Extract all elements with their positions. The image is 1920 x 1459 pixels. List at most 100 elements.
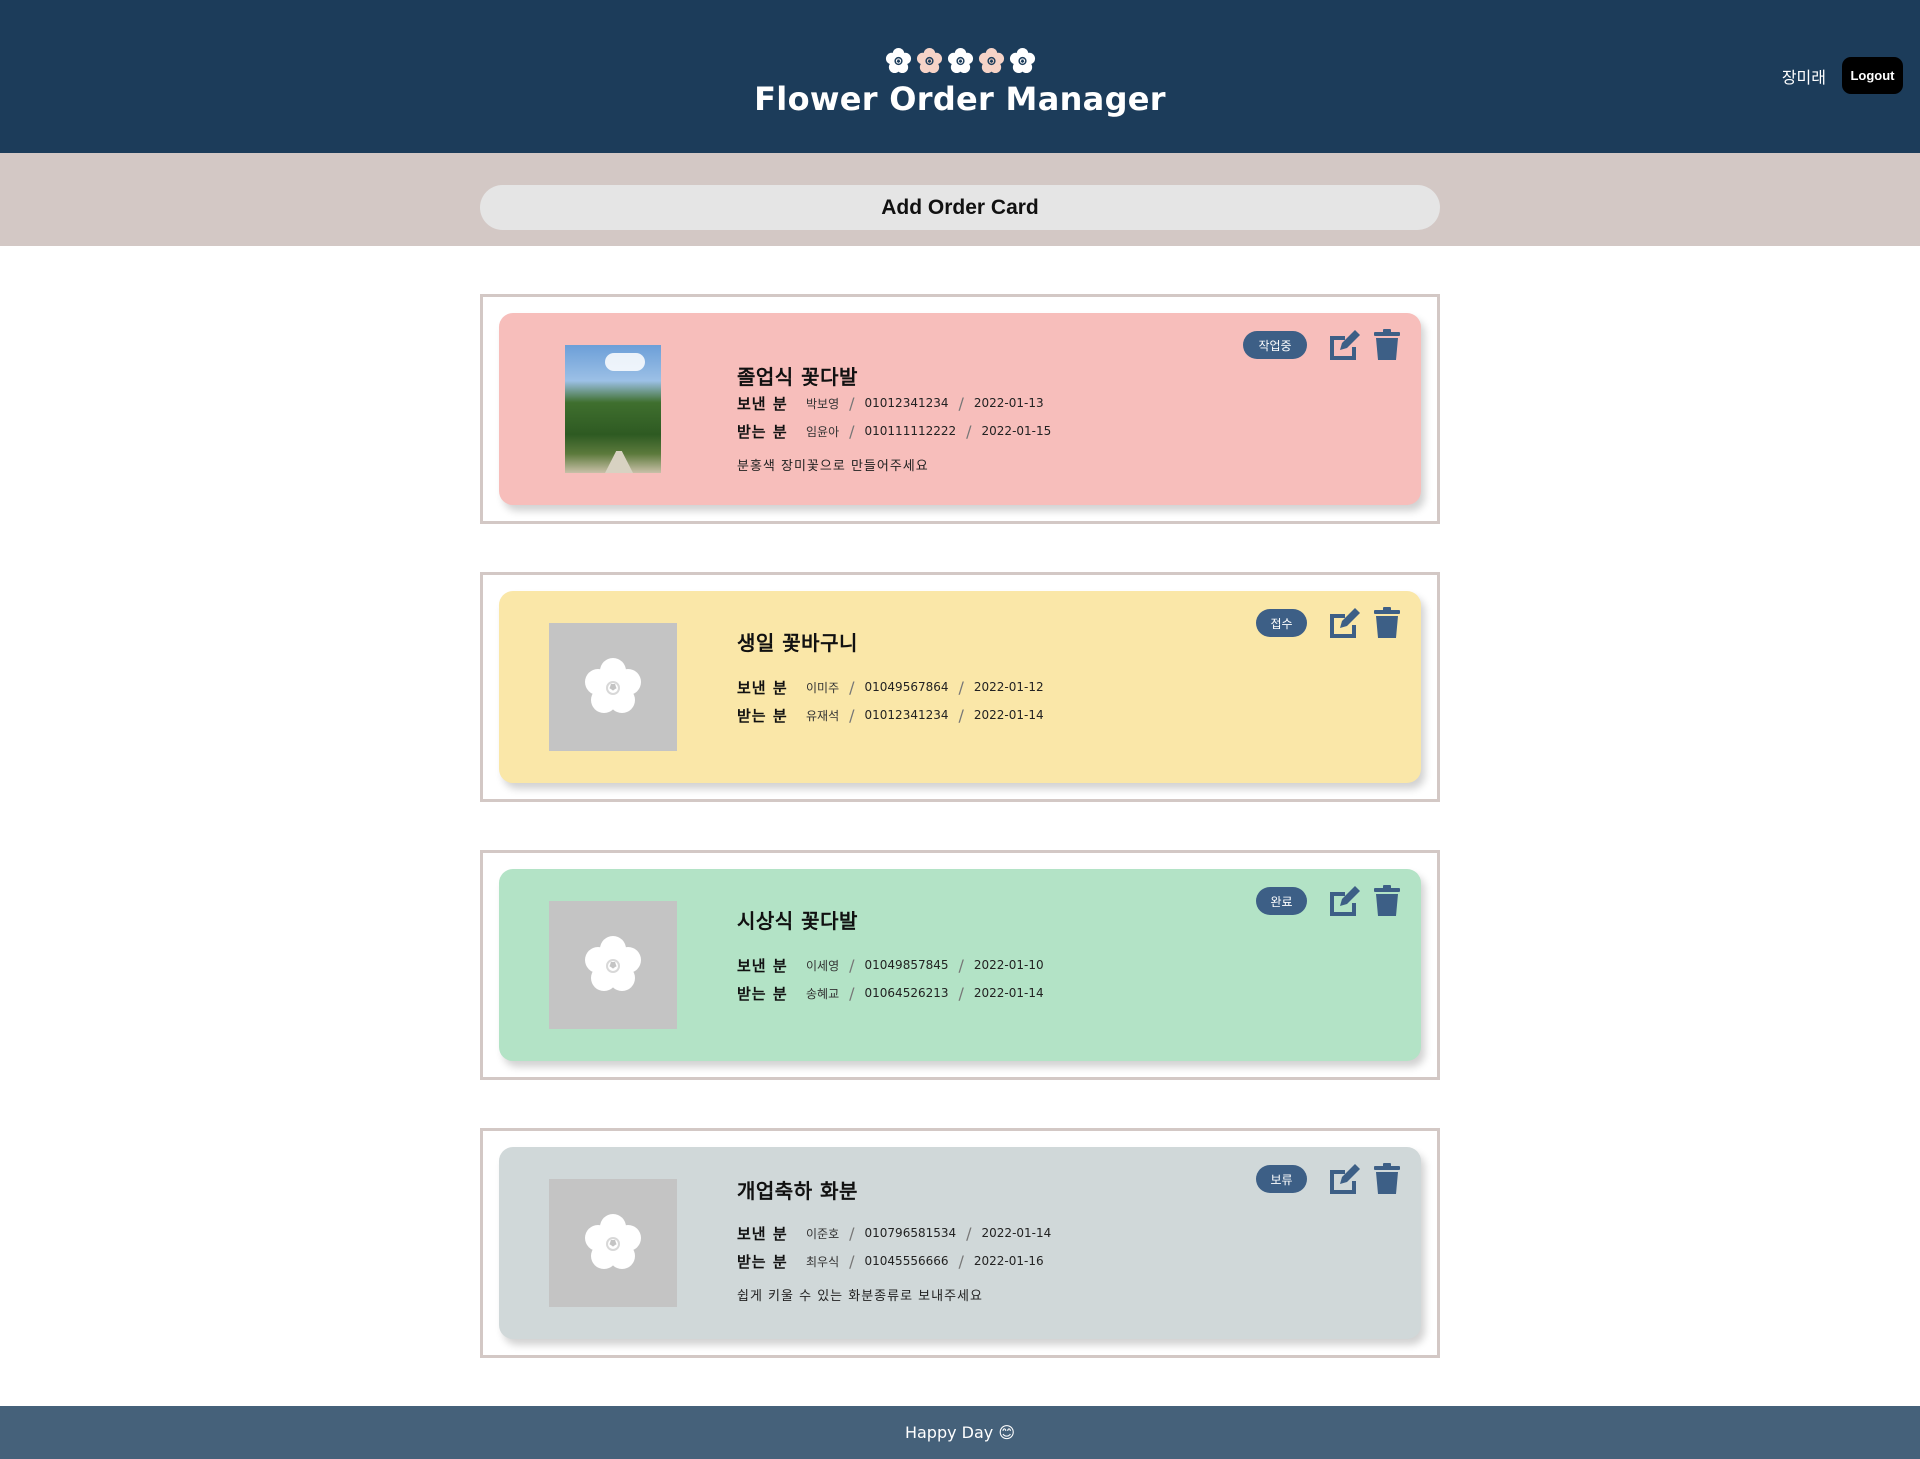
flower-icon: [1009, 47, 1035, 74]
sender-row: 보낸 분 박보영 / 01012341234 / 2022-01-13: [737, 393, 1044, 413]
order-card-frame: 생일 꽃바구니 보낸 분 이미주 / 01049567864 / 2022-01…: [480, 572, 1440, 802]
sender-row: 보낸 분 이세영 / 01049857845 / 2022-01-10: [737, 955, 1044, 975]
add-order-bar: Add Order Card: [0, 153, 1920, 246]
order-card[interactable]: 졸업식 꽃다발 보낸 분 박보영 / 01012341234 / 2022-01…: [499, 313, 1421, 505]
sender-label: 보낸 분: [737, 1224, 788, 1243]
edit-icon[interactable]: [1327, 607, 1361, 639]
flower-icon: [916, 47, 942, 74]
trash-icon[interactable]: [1374, 885, 1400, 917]
order-image-placeholder: [549, 623, 677, 751]
receiver-name: 송혜교: [806, 986, 840, 1001]
receiver-label: 받는 분: [737, 984, 788, 1003]
order-title: 개업축하 화분: [737, 1179, 858, 1203]
sender-name: 이준호: [806, 1226, 840, 1241]
flower-icon: [947, 47, 973, 74]
sender-label: 보낸 분: [737, 394, 788, 413]
trash-icon[interactable]: [1374, 607, 1400, 639]
order-card[interactable]: 시상식 꽃다발 보낸 분 이세영 / 01049857845 / 2022-01…: [499, 869, 1421, 1061]
separator: /: [849, 421, 855, 441]
order-card-frame: 졸업식 꽃다발 보낸 분 박보영 / 01012341234 / 2022-01…: [480, 294, 1440, 524]
separator: /: [958, 983, 964, 1003]
separator: /: [958, 1251, 964, 1271]
flower-placeholder-icon: [585, 1214, 641, 1269]
separator: /: [849, 983, 855, 1003]
sender-date: 2022-01-12: [973, 680, 1044, 694]
order-title: 졸업식 꽃다발: [737, 365, 858, 389]
trash-icon[interactable]: [1374, 1163, 1400, 1195]
receiver-label: 받는 분: [737, 706, 788, 725]
sender-name: 이미주: [806, 680, 840, 695]
sender-phone: 01049567864: [864, 680, 949, 694]
separator: /: [966, 421, 972, 441]
order-memo: 분홍색 장미꽃으로 만들어주세요: [737, 459, 929, 474]
separator: /: [849, 955, 855, 975]
order-memo: 쉽게 키울 수 있는 화분종류로 보내주세요: [737, 1289, 983, 1304]
edit-icon[interactable]: [1327, 885, 1361, 917]
separator: /: [849, 1223, 855, 1243]
sender-row: 보낸 분 이준호 / 010796581534 / 2022-01-14: [737, 1223, 1051, 1243]
logout-button[interactable]: Logout: [1842, 57, 1903, 94]
flower-placeholder-icon: [585, 936, 641, 991]
sender-label: 보낸 분: [737, 956, 788, 975]
sender-name: 이세영: [806, 958, 840, 973]
flower-icon: [978, 47, 1004, 74]
flower-icon: [885, 47, 911, 74]
receiver-phone: 01012341234: [864, 708, 949, 722]
receiver-row: 받는 분 유재석 / 01012341234 / 2022-01-14: [737, 705, 1044, 725]
separator: /: [849, 1251, 855, 1271]
flower-placeholder-icon: [585, 658, 641, 713]
separator: /: [849, 677, 855, 697]
footer: Happy Day 😊: [0, 1406, 1920, 1459]
receiver-phone: 010111112222: [864, 424, 957, 438]
separator: /: [958, 677, 964, 697]
sender-phone: 01012341234: [864, 396, 949, 410]
user-name: 장미래: [1781, 68, 1826, 87]
receiver-name: 유재석: [806, 708, 840, 723]
receiver-row: 받는 분 송혜교 / 01064526213 / 2022-01-14: [737, 983, 1044, 1003]
order-card[interactable]: 생일 꽃바구니 보낸 분 이미주 / 01049567864 / 2022-01…: [499, 591, 1421, 783]
order-photo: [565, 345, 661, 473]
sender-label: 보낸 분: [737, 678, 788, 697]
separator: /: [958, 705, 964, 725]
app-header: Flower Order Manager 장미래 Logout: [0, 0, 1920, 153]
order-card-frame: 시상식 꽃다발 보낸 분 이세영 / 01049857845 / 2022-01…: [480, 850, 1440, 1080]
order-image-placeholder: [549, 901, 677, 1029]
sender-phone: 01049857845: [864, 958, 949, 972]
separator: /: [849, 705, 855, 725]
status-badge[interactable]: 보류: [1256, 1165, 1307, 1193]
sender-date: 2022-01-13: [973, 396, 1044, 410]
sender-phone: 010796581534: [864, 1226, 957, 1240]
status-badge[interactable]: 완료: [1256, 887, 1307, 915]
separator: /: [966, 1223, 972, 1243]
separator: /: [958, 393, 964, 413]
add-order-card-button[interactable]: Add Order Card: [480, 185, 1440, 230]
logo: [0, 47, 1920, 74]
order-card-frame: 개업축하 화분 보낸 분 이준호 / 010796581534 / 2022-0…: [480, 1128, 1440, 1358]
separator: /: [958, 955, 964, 975]
sender-date: 2022-01-14: [981, 1226, 1052, 1240]
receiver-row: 받는 분 최우식 / 01045556666 / 2022-01-16: [737, 1251, 1044, 1271]
edit-icon[interactable]: [1327, 329, 1361, 361]
separator: /: [849, 393, 855, 413]
status-badge[interactable]: 작업중: [1243, 331, 1307, 359]
trash-icon[interactable]: [1374, 329, 1400, 361]
sender-name: 박보영: [806, 396, 840, 411]
receiver-name: 임윤아: [806, 424, 840, 439]
order-title: 생일 꽃바구니: [737, 631, 858, 655]
edit-icon[interactable]: [1327, 1163, 1361, 1195]
receiver-name: 최우식: [806, 1254, 840, 1269]
app-title: Flower Order Manager: [754, 80, 1166, 118]
receiver-phone: 01045556666: [864, 1254, 949, 1268]
sender-date: 2022-01-10: [973, 958, 1044, 972]
receiver-label: 받는 분: [737, 422, 788, 441]
order-title: 시상식 꽃다발: [737, 909, 858, 933]
order-card[interactable]: 개업축하 화분 보낸 분 이준호 / 010796581534 / 2022-0…: [499, 1147, 1421, 1339]
receiver-label: 받는 분: [737, 1252, 788, 1271]
status-badge[interactable]: 접수: [1256, 609, 1307, 637]
order-image-placeholder: [549, 1179, 677, 1307]
receiver-date: 2022-01-14: [973, 708, 1044, 722]
receiver-date: 2022-01-16: [973, 1254, 1044, 1268]
sender-row: 보낸 분 이미주 / 01049567864 / 2022-01-12: [737, 677, 1044, 697]
receiver-row: 받는 분 임윤아 / 010111112222 / 2022-01-15: [737, 421, 1051, 441]
receiver-phone: 01064526213: [864, 986, 949, 1000]
